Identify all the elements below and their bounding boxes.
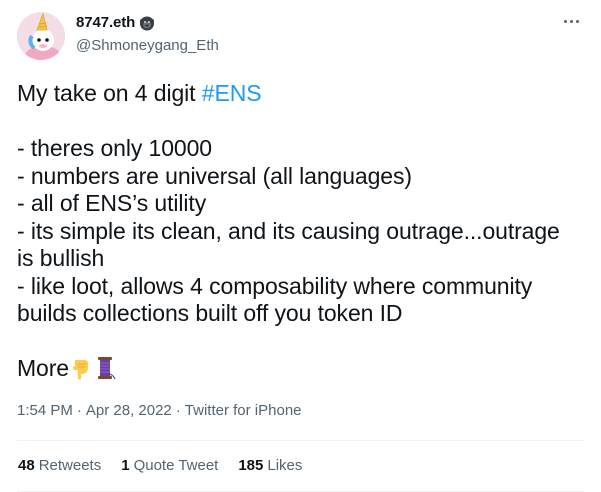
tweet-text: My take on 4 digit #ENS - theres only 10… bbox=[17, 80, 587, 383]
tweet-line: More bbox=[17, 355, 587, 383]
unicorn-avatar-icon bbox=[17, 12, 65, 60]
tweet-time[interactable]: 1:54 PM bbox=[17, 402, 73, 419]
tweet-line: builds collections built off you token I… bbox=[17, 300, 403, 326]
tweet-line: - its simple its clean, and its causing … bbox=[17, 217, 560, 244]
tweet-line: is bullish bbox=[17, 245, 105, 271]
avatar[interactable] bbox=[17, 12, 65, 60]
quotes-label: Quote Tweet bbox=[133, 457, 219, 474]
pointing-down-icon bbox=[73, 360, 89, 380]
meta-separator: · bbox=[76, 402, 82, 419]
tweet-stats: 48 Retweets 1 Quote Tweet 185 Likes bbox=[18, 457, 302, 474]
tweet-source[interactable]: Twitter for iPhone bbox=[185, 402, 302, 419]
tweet-intro-text: My take on 4 digit bbox=[17, 80, 202, 106]
more-text: More bbox=[17, 355, 70, 381]
author-display-name[interactable]: 8747.eth bbox=[76, 14, 135, 31]
tweet-line: - numbers are universal (all languages) bbox=[17, 162, 412, 189]
quote-tweets-stat[interactable]: 1 Quote Tweet bbox=[121, 457, 218, 474]
author-name-line[interactable]: 8747.eth bbox=[76, 14, 155, 31]
tweet-date[interactable]: Apr 28, 2022 bbox=[86, 402, 172, 419]
meta-separator: · bbox=[175, 402, 181, 419]
more-dot-icon bbox=[569, 19, 573, 23]
tweet-meta: 1:54 PM · Apr 28, 2022 · Twitter for iPh… bbox=[17, 402, 302, 419]
tweet-line: My take on 4 digit #ENS bbox=[17, 80, 587, 108]
more-dot-icon bbox=[575, 19, 579, 23]
more-dot-icon bbox=[563, 19, 567, 23]
likes-label: Likes bbox=[267, 457, 303, 474]
tweet-line: - theres only 10000 bbox=[17, 135, 213, 161]
thread-icon bbox=[98, 357, 116, 380]
retweets-count: 48 bbox=[18, 457, 35, 474]
tweet-line: - all of ENS’s utility bbox=[17, 190, 207, 216]
retweets-stat[interactable]: 48 Retweets bbox=[18, 457, 101, 474]
likes-count: 185 bbox=[238, 457, 264, 474]
tweet-line: - like loot, allows 4 composability wher… bbox=[17, 272, 533, 299]
gorilla-icon bbox=[140, 16, 155, 30]
tweet-card: 8747.eth @Shmoneygang_Eth My take on 4 d… bbox=[0, 0, 601, 492]
divider bbox=[17, 440, 584, 441]
more-options-button[interactable] bbox=[560, 14, 582, 28]
author-handle[interactable]: @Shmoneygang_Eth bbox=[76, 37, 219, 54]
retweets-label: Retweets bbox=[38, 457, 102, 474]
quotes-count: 1 bbox=[121, 457, 130, 474]
likes-stat[interactable]: 185 Likes bbox=[238, 457, 302, 474]
hashtag-link[interactable]: #ENS bbox=[202, 80, 262, 106]
